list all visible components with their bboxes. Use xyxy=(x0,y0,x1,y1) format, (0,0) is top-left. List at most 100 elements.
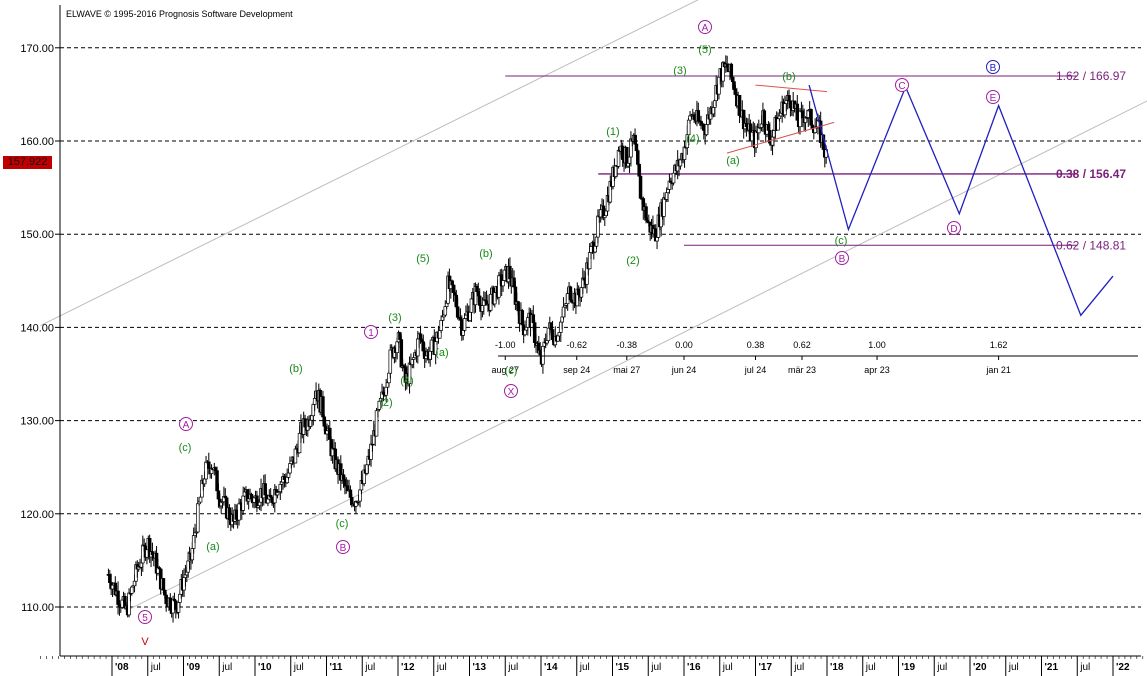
wave-projection xyxy=(726,84,1114,317)
x-month-label: jul xyxy=(1008,662,1019,673)
candle-body xyxy=(501,280,505,287)
x-year-label: '22 xyxy=(1116,662,1130,673)
wave-label: (4) xyxy=(400,375,413,387)
x-month-label: jul xyxy=(436,662,447,673)
x-year-label: '08 xyxy=(115,662,129,673)
candle-body xyxy=(636,150,640,165)
candle-body xyxy=(395,341,399,353)
y-tick-label: 110.00 xyxy=(21,602,54,614)
wave-label: (c) xyxy=(835,235,848,247)
wave-label: (1) xyxy=(606,126,619,138)
x-month-label: jul xyxy=(722,662,733,673)
x-month-label: jul xyxy=(293,662,304,673)
candle-body xyxy=(450,280,454,286)
copyright-text: ELWAVE © 1995-2016 Prognosis Software De… xyxy=(66,9,293,19)
candle-body xyxy=(662,197,666,217)
time-date-label: mai 27 xyxy=(613,365,640,375)
y-tick-label: 120.00 xyxy=(20,509,54,521)
wave-label: (5) xyxy=(698,44,711,56)
y-axis: 110.00 120.00 130.00 140.00 150.00 160.00 170.… xyxy=(20,5,61,656)
x-year-label: '17 xyxy=(759,662,773,673)
x-year-label: '12 xyxy=(401,662,415,673)
fib-level-label: 0.38 / 156.47 xyxy=(1056,167,1126,181)
candlesticks xyxy=(106,55,828,623)
candle-body xyxy=(729,63,734,78)
x-month-label: jul xyxy=(364,662,375,673)
trend-channel xyxy=(40,0,1147,612)
x-month-label: jul xyxy=(936,662,947,673)
wave-label: 5 xyxy=(142,613,148,624)
wave-label: B xyxy=(839,254,846,265)
candle-body xyxy=(198,496,203,503)
candle-body xyxy=(523,329,527,336)
y-tick-label: 150.00 xyxy=(20,229,54,241)
time-date-label: jun 24 xyxy=(671,365,697,375)
x-month-label: jul xyxy=(221,662,232,673)
y-tick-label: 160.00 xyxy=(20,136,54,148)
x-year-label: '19 xyxy=(902,662,916,673)
wave-label: (b) xyxy=(782,71,795,83)
wave-label: (a) xyxy=(435,347,448,359)
wave-label: (2) xyxy=(626,255,639,267)
wave-label: V xyxy=(141,636,149,648)
x-month-label: jul xyxy=(1079,662,1090,673)
wave-label: (3) xyxy=(388,312,401,324)
fib-level-label: 1.62 / 166.97 xyxy=(1056,69,1126,83)
x-month-label: jul xyxy=(650,662,661,673)
x-year-label: '10 xyxy=(258,662,272,673)
wave-labels: 5 V A (c) (a) (b) (c) B 1 (3) (2) (4) (5) (a) (b) (c) X (… xyxy=(138,20,1000,648)
fib-level-label: 0.62 / 148.81 xyxy=(1056,238,1126,252)
wave-label: (b) xyxy=(479,248,492,260)
candle-body xyxy=(638,175,643,199)
wave-label: (a) xyxy=(726,155,739,167)
candle-body xyxy=(787,95,791,102)
candle-body xyxy=(520,310,525,326)
time-date-label: jan 21 xyxy=(985,365,1011,375)
wave-label: A xyxy=(702,23,709,34)
candle-body xyxy=(196,503,200,533)
time-ratio-label: -1.00 xyxy=(495,340,516,350)
time-ratio-label: 0.00 xyxy=(675,340,693,350)
x-year-label: '16 xyxy=(687,662,701,673)
time-date-label: mär 23 xyxy=(788,365,816,375)
fibonacci-time-axis: -1.00aug 27-0.62sep 24-0.38mai 270.00jun… xyxy=(491,340,1138,375)
x-year-label: '13 xyxy=(473,662,487,673)
x-year-label: '21 xyxy=(1045,662,1059,673)
wave-label: A xyxy=(183,420,190,431)
wave-label: (c) xyxy=(179,442,192,454)
y-tick-label: 170.00 xyxy=(20,43,54,55)
x-year-label: '11 xyxy=(330,662,343,673)
candle-body xyxy=(130,586,134,594)
candle-body xyxy=(813,127,817,134)
time-date-label: jul 24 xyxy=(744,365,767,375)
candle-body xyxy=(388,349,393,374)
wave-label: (b) xyxy=(289,363,302,375)
price-chart: 1.62 / 166.970.38 / 156.470.62 / 148.81 … xyxy=(20,0,1147,676)
candle-body xyxy=(241,495,245,511)
candle-body xyxy=(737,94,742,116)
x-year-label: '09 xyxy=(187,662,201,673)
wave-label: D xyxy=(950,224,957,235)
triangle-upper-line xyxy=(755,84,828,93)
projection-zigzag xyxy=(808,84,1114,317)
x-axis: '08 '09 '10 '11 '12 '13 '14 '15 '16 '17 '18 '19 '20 '… xyxy=(40,655,1144,676)
wave-label: 1 xyxy=(368,328,374,339)
wave-label: (c) xyxy=(505,365,518,377)
candle-body xyxy=(321,396,325,418)
x-month-label: jul xyxy=(150,662,161,673)
x-month-label: jul xyxy=(865,662,876,673)
candle-body xyxy=(161,578,166,591)
wave-label: (4) xyxy=(686,133,699,145)
x-year-label: '20 xyxy=(973,662,987,673)
wave-label: (5) xyxy=(416,253,429,265)
time-ratio-label: 0.62 xyxy=(793,340,811,350)
candle-body xyxy=(469,298,474,313)
time-ratio-label: -0.38 xyxy=(617,340,638,350)
time-date-label: sep 24 xyxy=(563,365,590,375)
time-ratio-label: 1.62 xyxy=(990,340,1008,350)
grid-lines xyxy=(60,47,1141,608)
time-ratio-label: -0.62 xyxy=(566,340,587,350)
current-price-badge: 157.922 xyxy=(3,156,52,169)
time-ratio-label: 1.00 xyxy=(868,340,886,350)
y-tick-label: 140.00 xyxy=(20,322,54,334)
